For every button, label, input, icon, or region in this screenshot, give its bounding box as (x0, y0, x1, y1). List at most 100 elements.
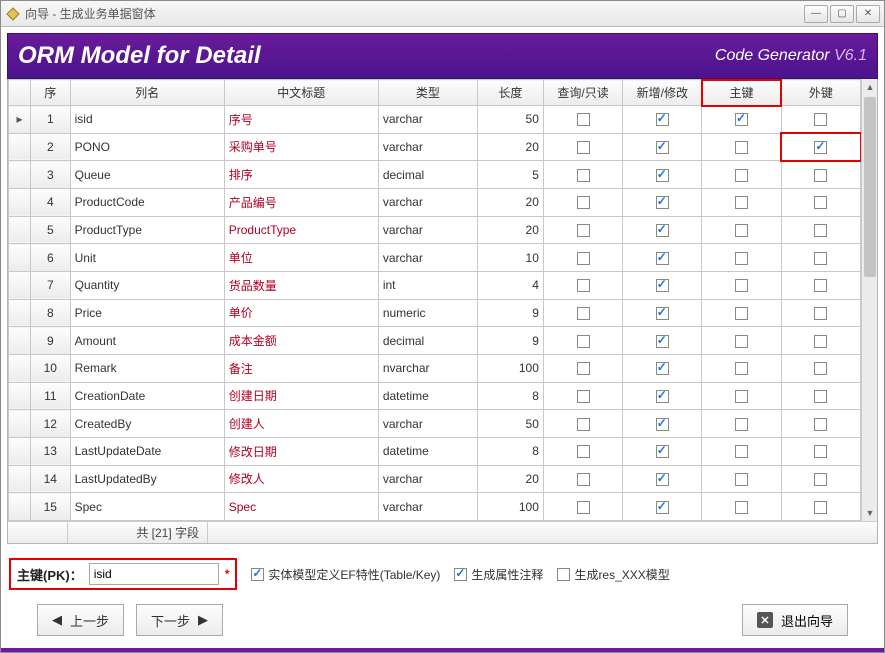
checkbox-icon[interactable] (656, 307, 669, 320)
cell-query-readonly[interactable] (543, 354, 622, 382)
col-type[interactable]: 类型 (378, 80, 477, 106)
cell-type[interactable]: decimal (378, 327, 477, 355)
cell-type[interactable]: varchar (378, 244, 477, 272)
cell-primary-key[interactable] (702, 354, 781, 382)
checkbox-icon[interactable] (656, 224, 669, 237)
checkbox-icon[interactable] (814, 473, 827, 486)
cell-cntitle[interactable]: Spec (224, 493, 378, 521)
table-row[interactable]: 14LastUpdatedBy修改人varchar20 (9, 465, 861, 493)
checkbox-icon[interactable] (814, 390, 827, 403)
col-colname[interactable]: 列名 (70, 80, 224, 106)
cell-length[interactable]: 50 (477, 410, 543, 438)
maximize-button[interactable]: ▢ (830, 5, 854, 23)
checkbox-icon[interactable] (656, 141, 669, 154)
table-row[interactable]: 12CreatedBy创建人varchar50 (9, 410, 861, 438)
cell-colname[interactable]: Amount (70, 327, 224, 355)
cell-primary-key[interactable] (702, 299, 781, 327)
cell-add-edit[interactable] (623, 106, 702, 134)
cell-add-edit[interactable] (623, 354, 702, 382)
option-gen-annotation[interactable]: 生成属性注释 (454, 566, 543, 583)
cell-query-readonly[interactable] (543, 437, 622, 465)
checkbox-icon[interactable] (577, 501, 590, 514)
cell-colname[interactable]: ProductCode (70, 188, 224, 216)
cell-type[interactable]: varchar (378, 188, 477, 216)
checkbox-icon[interactable] (814, 445, 827, 458)
checkbox-icon[interactable] (735, 196, 748, 209)
cell-foreign-key[interactable] (781, 244, 860, 272)
cell-cntitle[interactable]: 修改人 (224, 465, 378, 493)
table-row[interactable]: 10Remark备注nvarchar100 (9, 354, 861, 382)
checkbox-icon[interactable] (735, 418, 748, 431)
cell-add-edit[interactable] (623, 271, 702, 299)
cell-primary-key[interactable] (702, 493, 781, 521)
cell-query-readonly[interactable] (543, 410, 622, 438)
cell-colname[interactable]: LastUpdatedBy (70, 465, 224, 493)
checkbox-icon[interactable] (577, 224, 590, 237)
table-row[interactable]: 7Quantity货品数量int4 (9, 271, 861, 299)
cell-length[interactable]: 10 (477, 244, 543, 272)
vertical-scrollbar[interactable]: ▲ ▼ (861, 79, 877, 521)
cell-cntitle[interactable]: ProductType (224, 216, 378, 244)
checkbox-icon[interactable] (656, 418, 669, 431)
checkbox-icon[interactable] (577, 196, 590, 209)
col-seq[interactable]: 序 (31, 80, 71, 106)
cell-colname[interactable]: isid (70, 106, 224, 134)
cell-foreign-key[interactable] (781, 216, 860, 244)
cell-length[interactable]: 20 (477, 188, 543, 216)
cell-cntitle[interactable]: 单价 (224, 299, 378, 327)
scroll-up-icon[interactable]: ▲ (862, 79, 877, 95)
exit-button[interactable]: ✕ 退出向导 (742, 604, 848, 636)
checkbox-icon[interactable] (814, 196, 827, 209)
cell-cntitle[interactable]: 成本金额 (224, 327, 378, 355)
cell-add-edit[interactable] (623, 493, 702, 521)
checkbox-icon[interactable] (577, 473, 590, 486)
cell-colname[interactable]: ProductType (70, 216, 224, 244)
table-row[interactable]: ▸1isid序号varchar50 (9, 106, 861, 134)
cell-type[interactable]: datetime (378, 437, 477, 465)
checkbox-icon[interactable] (577, 445, 590, 458)
cell-type[interactable]: nvarchar (378, 354, 477, 382)
checkbox-icon[interactable] (577, 279, 590, 292)
cell-primary-key[interactable] (702, 271, 781, 299)
cell-length[interactable]: 100 (477, 354, 543, 382)
cell-add-edit[interactable] (623, 216, 702, 244)
cell-foreign-key[interactable] (781, 133, 860, 161)
cell-query-readonly[interactable] (543, 271, 622, 299)
next-button[interactable]: 下一步 ▶ (136, 604, 223, 636)
checkbox-icon[interactable] (735, 501, 748, 514)
cell-query-readonly[interactable] (543, 161, 622, 189)
cell-type[interactable]: varchar (378, 465, 477, 493)
checkbox-icon[interactable] (735, 224, 748, 237)
cell-primary-key[interactable] (702, 188, 781, 216)
col-query-readonly[interactable]: 查询/只读 (543, 80, 622, 106)
cell-colname[interactable]: CreationDate (70, 382, 224, 410)
cell-add-edit[interactable] (623, 382, 702, 410)
cell-primary-key[interactable] (702, 216, 781, 244)
checkbox-icon[interactable] (735, 141, 748, 154)
cell-foreign-key[interactable] (781, 354, 860, 382)
cell-foreign-key[interactable] (781, 437, 860, 465)
cell-foreign-key[interactable] (781, 271, 860, 299)
cell-type[interactable]: varchar (378, 493, 477, 521)
cell-primary-key[interactable] (702, 437, 781, 465)
cell-length[interactable]: 4 (477, 271, 543, 299)
cell-length[interactable]: 5 (477, 161, 543, 189)
checkbox-icon[interactable] (814, 501, 827, 514)
cell-query-readonly[interactable] (543, 216, 622, 244)
checkbox-icon[interactable] (454, 568, 467, 581)
cell-length[interactable]: 20 (477, 216, 543, 244)
cell-length[interactable]: 8 (477, 382, 543, 410)
checkbox-icon[interactable] (814, 141, 827, 154)
checkbox-icon[interactable] (814, 169, 827, 182)
cell-primary-key[interactable] (702, 106, 781, 134)
cell-query-readonly[interactable] (543, 465, 622, 493)
checkbox-icon[interactable] (577, 335, 590, 348)
table-row[interactable]: 6Unit单位varchar10 (9, 244, 861, 272)
checkbox-icon[interactable] (656, 335, 669, 348)
cell-type[interactable]: int (378, 271, 477, 299)
cell-query-readonly[interactable] (543, 106, 622, 134)
cell-add-edit[interactable] (623, 133, 702, 161)
option-ef-attributes[interactable]: 实体模型定义EF特性(Table/Key) (251, 566, 440, 583)
cell-add-edit[interactable] (623, 410, 702, 438)
cell-add-edit[interactable] (623, 299, 702, 327)
